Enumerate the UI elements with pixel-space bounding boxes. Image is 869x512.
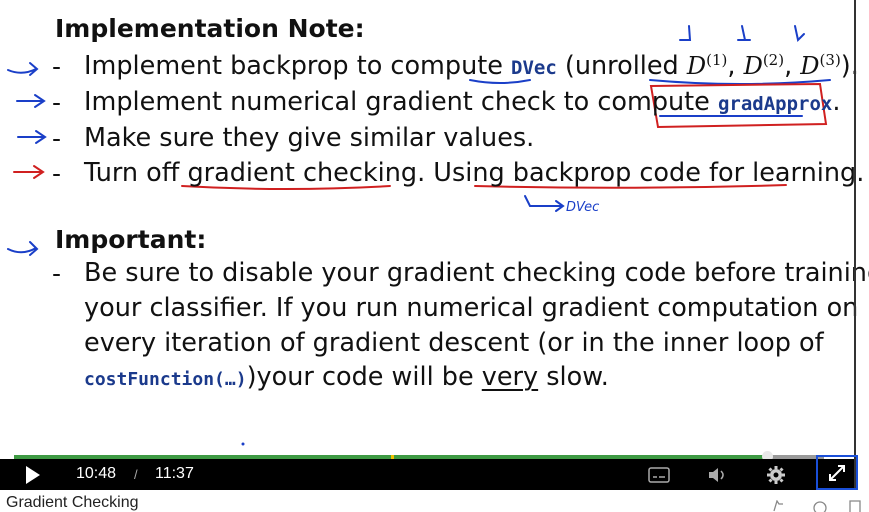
video-title: Gradient Checking xyxy=(6,494,139,511)
current-time: 10:48 xyxy=(76,465,117,482)
note-item-4: Turn off gradient checking. Using backpr… xyxy=(84,158,865,188)
important-line-4: costFunction(…))your code will be very s… xyxy=(84,362,609,392)
below-player: Gradient Checking xyxy=(0,490,869,512)
fullscreen-button[interactable] xyxy=(816,455,858,490)
bullet-dash: - xyxy=(52,88,62,117)
math-close: ). xyxy=(840,51,859,81)
note-item-3: Make sure they give similar values. xyxy=(84,123,535,153)
item-1-suffix: (unrolled xyxy=(556,51,687,81)
volume-icon[interactable] xyxy=(707,467,729,483)
very-underlined: very xyxy=(481,362,539,392)
frame-edge xyxy=(854,0,856,490)
player-controls: 10:48 / 11:37 xyxy=(0,455,858,490)
play-icon[interactable] xyxy=(26,466,40,484)
duration: 11:37 xyxy=(155,465,194,482)
note-item-1: Implement backprop to compute DVec (unro… xyxy=(84,51,859,81)
settings-icon[interactable] xyxy=(766,465,786,485)
gradient-checking-phrase: gradient checking xyxy=(187,158,418,188)
bullet-dash: - xyxy=(52,259,62,288)
math-d2: D(2) xyxy=(743,51,785,80)
code-gradapprox: gradApprox xyxy=(717,93,833,115)
bullet-dash: - xyxy=(52,124,62,153)
like-icon[interactable] xyxy=(772,500,788,512)
item-2-text: Implement numerical gradient check to co… xyxy=(84,87,718,117)
bullet-dash: - xyxy=(52,159,62,188)
fullscreen-icon xyxy=(829,465,845,481)
code-costfunction: costFunction(…) xyxy=(84,369,247,390)
important-heading: Important: xyxy=(55,225,207,254)
save-icon[interactable] xyxy=(848,500,862,512)
subtitles-icon[interactable] xyxy=(648,467,670,483)
important-line-2: your classifier. If you run numerical gr… xyxy=(84,293,859,323)
time-separator: / xyxy=(134,467,138,482)
bullet-dash: - xyxy=(52,52,62,81)
item-1-text: Implement backprop to compute xyxy=(84,51,512,81)
math-d3: D(3) xyxy=(800,51,841,80)
lecture-slide: Implementation Note: - Implement backpro… xyxy=(0,0,869,455)
important-line-3: every iteration of gradient descent (or … xyxy=(84,328,824,358)
important-line-1: Be sure to disable your gradient checkin… xyxy=(84,258,869,288)
note-item-2: Implement numerical gradient check to co… xyxy=(84,87,841,117)
handwritten-dvec-note: DVec xyxy=(566,200,600,215)
code-dvec: DVec xyxy=(511,57,557,79)
backprop-learning-phrase: backprop code for learning xyxy=(512,158,857,188)
comment-icon[interactable] xyxy=(812,500,828,512)
math-d1: D(1) xyxy=(686,51,728,80)
